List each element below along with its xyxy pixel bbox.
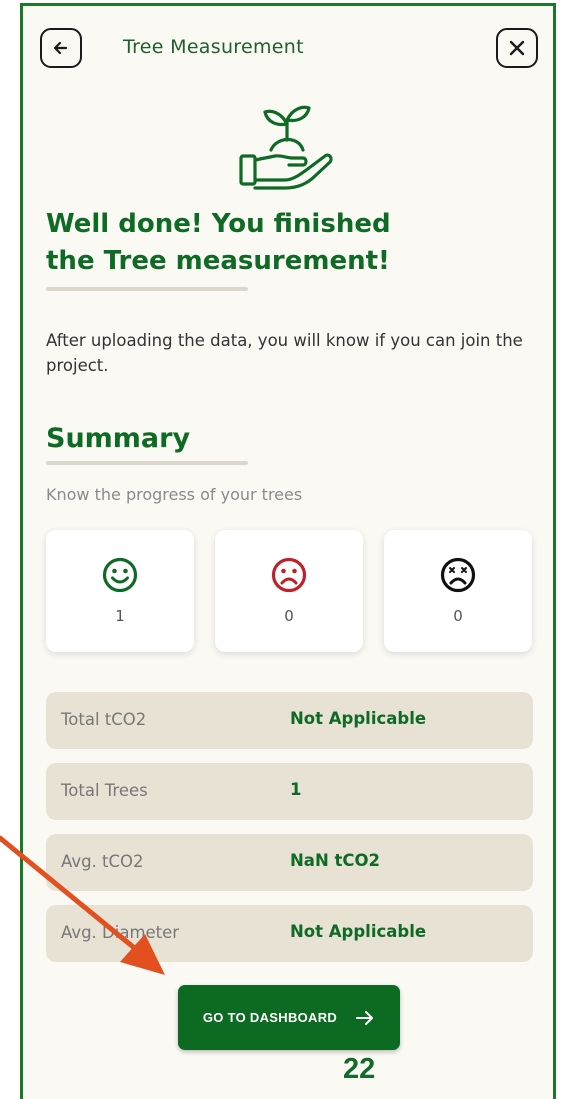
description-text: After uploading the data, you will know … [46, 331, 523, 375]
stat-value: 1 [290, 780, 302, 799]
headline-divider [46, 287, 248, 291]
dead-trees-card: 0 [384, 530, 532, 652]
healthy-trees-card: 1 [46, 530, 194, 652]
step-number-annotation: 22 [343, 1053, 376, 1085]
dead-face-icon [440, 557, 476, 593]
go-to-dashboard-button[interactable]: GO TO DASHBOARD [178, 985, 400, 1050]
stat-row-total-tco2: Total tCO2 Not Applicable [46, 692, 533, 749]
arrow-right-icon [356, 1010, 374, 1025]
healthy-count: 1 [115, 607, 125, 625]
stat-label: Avg. Diameter [61, 923, 180, 942]
stat-label: Total Trees [61, 781, 148, 800]
stat-row-total-trees: Total Trees 1 [46, 763, 533, 820]
summary-subtitle: Know the progress of your trees [46, 485, 303, 504]
headline-line-2: the Tree measurement! [46, 246, 390, 276]
app-frame: Tree Measurement Well done! You finished… [20, 3, 556, 1099]
completion-headline: Well done! You finished the Tree measure… [46, 206, 466, 280]
happy-face-icon [102, 557, 138, 593]
summary-title: Summary [46, 423, 191, 454]
summary-divider [46, 461, 248, 465]
close-icon [509, 40, 525, 56]
close-button[interactable] [496, 28, 538, 68]
page-title: Tree Measurement [123, 36, 304, 58]
stat-row-avg-diameter: Avg. Diameter Not Applicable [46, 905, 533, 962]
headline-line-1: Well done! You finished [46, 209, 391, 239]
go-to-dashboard-label: GO TO DASHBOARD [202, 1010, 338, 1025]
back-button[interactable] [40, 28, 82, 68]
sad-face-icon [271, 557, 307, 593]
dead-count: 0 [453, 607, 463, 625]
top-bar: Tree Measurement [23, 6, 553, 96]
stat-label: Avg. tCO2 [61, 852, 144, 871]
stat-label: Total tCO2 [61, 710, 147, 729]
stat-value: NaN tCO2 [290, 851, 381, 870]
stat-value: Not Applicable [290, 709, 427, 728]
unhealthy-trees-card: 0 [215, 530, 363, 652]
hand-holding-plant-icon [239, 105, 333, 190]
stat-row-avg-tco2: Avg. tCO2 NaN tCO2 [46, 834, 533, 891]
stat-value: Not Applicable [290, 922, 427, 941]
unhealthy-count: 0 [284, 607, 294, 625]
arrow-left-icon [53, 41, 68, 55]
